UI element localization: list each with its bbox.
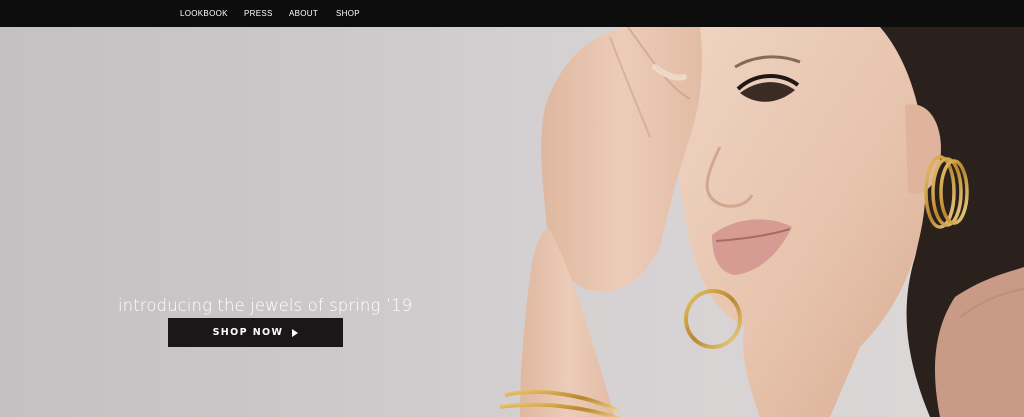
nav-item-press[interactable]: PRESS: [244, 9, 273, 18]
chevron-right-icon: [292, 328, 299, 337]
nav-item-lookbook[interactable]: LOOKBOOK: [180, 9, 228, 18]
hero-headline: introducing the jewels of spring ’19: [118, 296, 413, 316]
shop-now-label: SHOP NOW: [212, 327, 284, 338]
hero-banner: introducing the jewels of spring ’19 SHO…: [0, 27, 1024, 417]
shop-now-button[interactable]: SHOP NOW: [168, 318, 343, 347]
nav-item-shop[interactable]: SHOP: [336, 9, 360, 18]
top-navigation: LOOKBOOK PRESS ABOUT SHOP: [0, 0, 1024, 27]
nav-item-about[interactable]: ABOUT: [289, 9, 318, 18]
hero-model-photo: [499, 27, 1024, 417]
